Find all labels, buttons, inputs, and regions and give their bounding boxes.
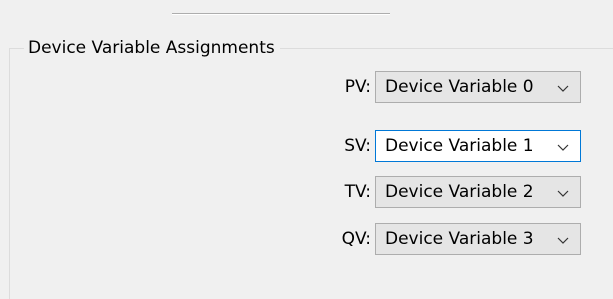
qv-select-value: Device Variable 3	[385, 229, 534, 249]
sv-select[interactable]: Device Variable 1	[375, 130, 581, 162]
tv-select[interactable]: Device Variable 2	[375, 176, 581, 208]
pv-select[interactable]: Device Variable 0	[375, 71, 581, 103]
pv-label: PV:	[344, 77, 371, 97]
pv-select-value: Device Variable 0	[385, 77, 534, 97]
assignment-row-pv: PV: Device Variable 0	[325, 70, 581, 104]
sv-select-value: Device Variable 1	[385, 136, 534, 156]
tv-label: TV:	[344, 182, 371, 202]
qv-select[interactable]: Device Variable 3	[375, 223, 581, 255]
tab-strip-edge	[172, 0, 390, 14]
chevron-down-icon	[557, 144, 569, 151]
assignment-row-tv: TV: Device Variable 2	[325, 175, 581, 209]
assignment-row-sv: SV: Device Variable 1	[325, 129, 581, 163]
chevron-down-icon	[557, 190, 569, 197]
chevron-down-icon	[557, 85, 569, 92]
chevron-down-icon	[557, 237, 569, 244]
tv-select-value: Device Variable 2	[385, 182, 534, 202]
qv-label: QV:	[341, 229, 371, 249]
assignment-row-qv: QV: Device Variable 3	[325, 222, 581, 256]
group-title: Device Variable Assignments	[24, 37, 280, 59]
sv-label: SV:	[344, 136, 371, 156]
